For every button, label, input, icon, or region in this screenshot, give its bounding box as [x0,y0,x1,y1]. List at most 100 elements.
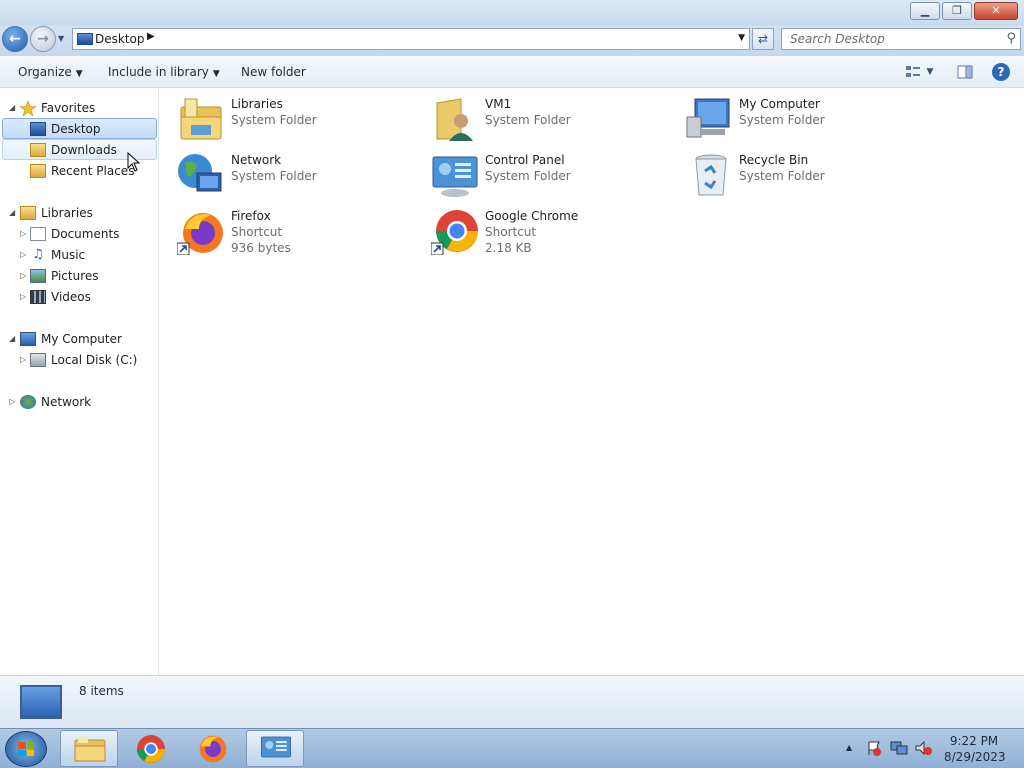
command-bar: Organize ▼ Include in library ▼ New folder… [0,56,1024,88]
expand-network-icon[interactable]: ▷ [9,397,15,406]
chrome-icon [137,735,165,763]
videos-icon [30,289,46,304]
navigation-pane: ◢ Favorites Desktop Downloads Recent Pla… [0,89,159,675]
preview-pane-button[interactable] [956,62,974,82]
nav-item-pictures[interactable]: Pictures [30,265,99,286]
chrome-icon [431,210,478,255]
chevron-down-icon: ▼ [212,69,220,79]
expand-documents-icon[interactable]: ▷ [20,229,26,238]
chevron-down-icon: ▼ [75,69,83,79]
expand-videos-icon[interactable]: ▷ [20,292,26,301]
view-options-icon [905,66,920,77]
start-button[interactable] [5,731,47,767]
control-panel-icon [432,156,478,197]
address-bar-area: ← → ▼ Desktop ▶ ▼ ⇄ Search Desktop ⚲ [0,26,1024,56]
libraries-icon [180,98,222,140]
include-in-library-button[interactable]: Include in library ▼ [108,65,220,79]
taskbar-firefox-button[interactable] [184,730,242,767]
control-panel-icon [261,736,291,758]
clock-time: 9:22 PM [949,734,999,748]
organize-button[interactable]: Organize ▼ [18,65,83,79]
desktop-icon [20,685,62,719]
file-view: Libraries System Folder VM1 System Folde… [160,89,1024,675]
file-item-recycle-bin[interactable]: Recycle Bin System Folder [685,151,935,203]
windows-logo-icon [18,742,34,756]
expand-music-icon[interactable]: ▷ [20,250,26,259]
taskbar-chrome-button[interactable] [122,730,180,767]
libraries-icon [20,205,36,220]
file-item-vm1[interactable]: VM1 System Folder [431,95,681,147]
nav-libraries[interactable]: Libraries [20,202,93,223]
nav-item-recent-places[interactable]: Recent Places [30,160,134,181]
breadcrumb-desktop[interactable]: Desktop [95,32,145,46]
file-item-network[interactable]: Network System Folder [177,151,427,203]
nav-favorites[interactable]: Favorites [19,97,95,118]
recent-pages-dropdown[interactable]: ▼ [58,34,64,43]
computer-icon [20,331,36,346]
expand-pictures-icon[interactable]: ▷ [20,271,26,280]
network-status-icon[interactable] [890,740,908,756]
clock-date: 8/29/2023 [944,750,1006,764]
show-hidden-icons-button[interactable]: ▲ [846,743,852,752]
file-item-libraries[interactable]: Libraries System Folder [177,95,427,147]
mouse-cursor-icon [127,152,141,172]
collapse-favorites-icon[interactable]: ◢ [9,103,15,112]
back-button[interactable]: ← [2,26,28,52]
action-center-flag-icon[interactable] [866,740,882,756]
collapse-my-computer-icon[interactable]: ◢ [9,334,15,343]
help-button[interactable]: ? [992,62,1010,82]
chevron-down-icon: ▼ [926,67,934,77]
nav-item-videos[interactable]: Videos [30,286,91,307]
recent-places-icon [30,163,46,178]
address-dropdown-icon[interactable]: ▼ [738,33,745,43]
address-bar[interactable]: Desktop ▶ ▼ [72,28,750,50]
taskbar: ▲ 9:22 PM 8/29/2023 [0,728,1024,768]
restore-button[interactable]: ❐ [942,2,972,20]
firefox-icon [199,735,227,763]
star-icon [19,99,37,117]
documents-icon [30,226,46,241]
change-view-button[interactable]: ▼ [900,62,938,82]
nav-item-desktop[interactable]: Desktop [2,118,157,139]
taskbar-explorer-button[interactable] [60,730,118,767]
title-bar: ▁ ❐ ✕ [0,0,1024,26]
nav-item-music[interactable]: ♫ Music [30,244,85,265]
details-pane: 8 items [0,675,1024,728]
forward-button[interactable]: → [30,26,56,52]
firefox-icon [177,213,223,255]
search-input[interactable]: Search Desktop ⚲ [781,28,1021,50]
file-item-firefox[interactable]: Firefox Shortcut 936 bytes [177,207,427,259]
nav-item-documents[interactable]: Documents [30,223,119,244]
close-button[interactable]: ✕ [974,2,1018,20]
pictures-icon [30,268,46,283]
user-folder-icon [436,98,473,141]
collapse-libraries-icon[interactable]: ◢ [9,208,15,217]
file-item-google-chrome[interactable]: Google Chrome Shortcut 2.18 KB [431,207,681,259]
explorer-icon [74,737,106,762]
nav-network[interactable]: Network [20,391,91,412]
network-icon [178,154,222,192]
window-controls: ▁ ❐ ✕ [908,2,1018,20]
computer-icon [686,98,730,138]
local-disk-icon [30,352,46,367]
breadcrumb-chevron-icon[interactable]: ▶ [147,31,155,42]
music-icon: ♫ [32,246,44,262]
refresh-button[interactable]: ⇄ [752,28,774,50]
preview-pane-icon [957,65,973,79]
desktop-icon [30,121,46,136]
new-folder-button[interactable]: New folder [241,65,306,79]
minimize-button[interactable]: ▁ [910,2,940,20]
expand-local-disk-icon[interactable]: ▷ [20,355,26,364]
system-clock[interactable]: 9:22 PM 8/29/2023 [944,733,1006,765]
volume-muted-icon[interactable] [914,740,932,756]
nav-my-computer[interactable]: My Computer [20,328,122,349]
network-icon [20,394,36,409]
nav-item-local-disk[interactable]: Local Disk (C:) [30,349,137,370]
taskbar-control-panel-button[interactable] [246,730,304,767]
downloads-icon [30,142,46,157]
file-item-my-computer[interactable]: My Computer System Folder [685,95,935,147]
search-icon[interactable]: ⚲ [1006,31,1016,46]
file-item-control-panel[interactable]: Control Panel System Folder [431,151,681,203]
search-placeholder: Search Desktop [790,32,885,46]
desktop-icon [77,33,93,45]
